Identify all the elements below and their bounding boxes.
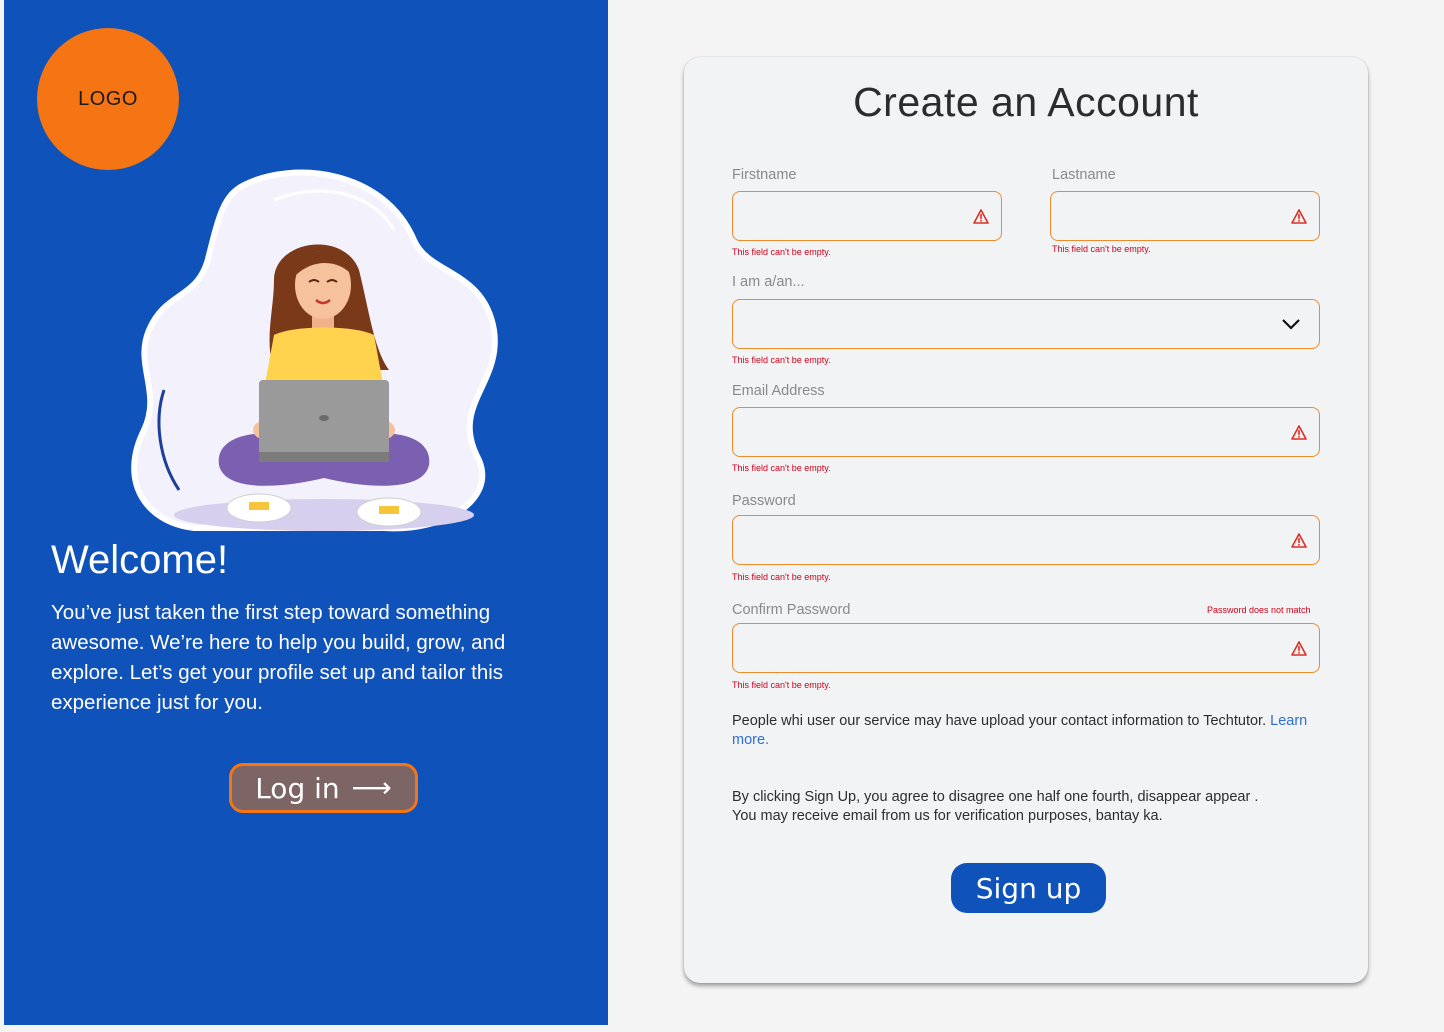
role-label: I am a/an...: [732, 274, 805, 290]
firstname-label: Firstname: [732, 167, 797, 183]
warning-triangle-icon: [1291, 641, 1307, 656]
arrow-right-icon: ⟶: [351, 771, 392, 804]
welcome-panel: LOGO Welcome! You’ve just taken the firs…: [4, 0, 608, 1025]
signup-form-card: Create an Account Firstname This field c…: [684, 57, 1368, 983]
agreement-line-2: You may receive email from us for verifi…: [732, 808, 1163, 824]
student-laptop-illustration: [131, 169, 498, 532]
lastname-input[interactable]: [1051, 192, 1319, 240]
lastname-error: This field can't be empty.: [1052, 244, 1151, 254]
password-mismatch-error: Password does not match: [1207, 605, 1311, 615]
agreement-notice: By clicking Sign Up, you agree to disagr…: [732, 788, 1312, 826]
signup-button-label: Sign up: [975, 871, 1082, 905]
lastname-label: Lastname: [1052, 167, 1116, 183]
password-input[interactable]: [733, 516, 1319, 564]
logo-text: LOGO: [78, 87, 138, 110]
lastname-field: [1050, 191, 1320, 241]
firstname-error: This field can't be empty.: [732, 247, 831, 257]
form-title: Create an Account: [853, 79, 1199, 125]
agreement-line-1: By clicking Sign Up, you agree to disagr…: [732, 789, 1259, 805]
role-error: This field can't be empty.: [732, 355, 831, 365]
password-label: Password: [732, 493, 796, 509]
login-button[interactable]: Log in ⟶: [229, 763, 418, 813]
firstname-field: [732, 191, 1002, 241]
contact-notice: People whi user our service may have upl…: [732, 712, 1312, 750]
password-field: [732, 515, 1320, 565]
password-error: This field can't be empty.: [732, 572, 831, 582]
welcome-title: Welcome!: [51, 538, 229, 582]
chevron-down-icon: [1282, 319, 1300, 330]
email-field: [732, 407, 1320, 457]
login-button-label: Log in: [255, 771, 340, 805]
confirm-password-error: This field can't be empty.: [732, 680, 831, 690]
email-input[interactable]: [733, 408, 1319, 456]
email-error: This field can't be empty.: [732, 463, 831, 473]
role-dropdown[interactable]: [732, 299, 1320, 349]
firstname-input[interactable]: [733, 192, 1001, 240]
warning-triangle-icon: [1291, 209, 1307, 224]
email-label: Email Address: [732, 383, 825, 399]
confirm-password-field: [732, 623, 1320, 673]
logo: LOGO: [37, 28, 179, 170]
confirm-password-label: Confirm Password: [732, 602, 851, 618]
signup-button[interactable]: Sign up: [951, 863, 1106, 913]
welcome-message: You’ve just taken the first step toward …: [51, 601, 506, 714]
contact-notice-text: People whi user our service may have upl…: [732, 713, 1267, 729]
confirm-password-input[interactable]: [733, 624, 1319, 672]
warning-triangle-icon: [1291, 533, 1307, 548]
warning-triangle-icon: [1291, 425, 1307, 440]
warning-triangle-icon: [973, 209, 989, 224]
